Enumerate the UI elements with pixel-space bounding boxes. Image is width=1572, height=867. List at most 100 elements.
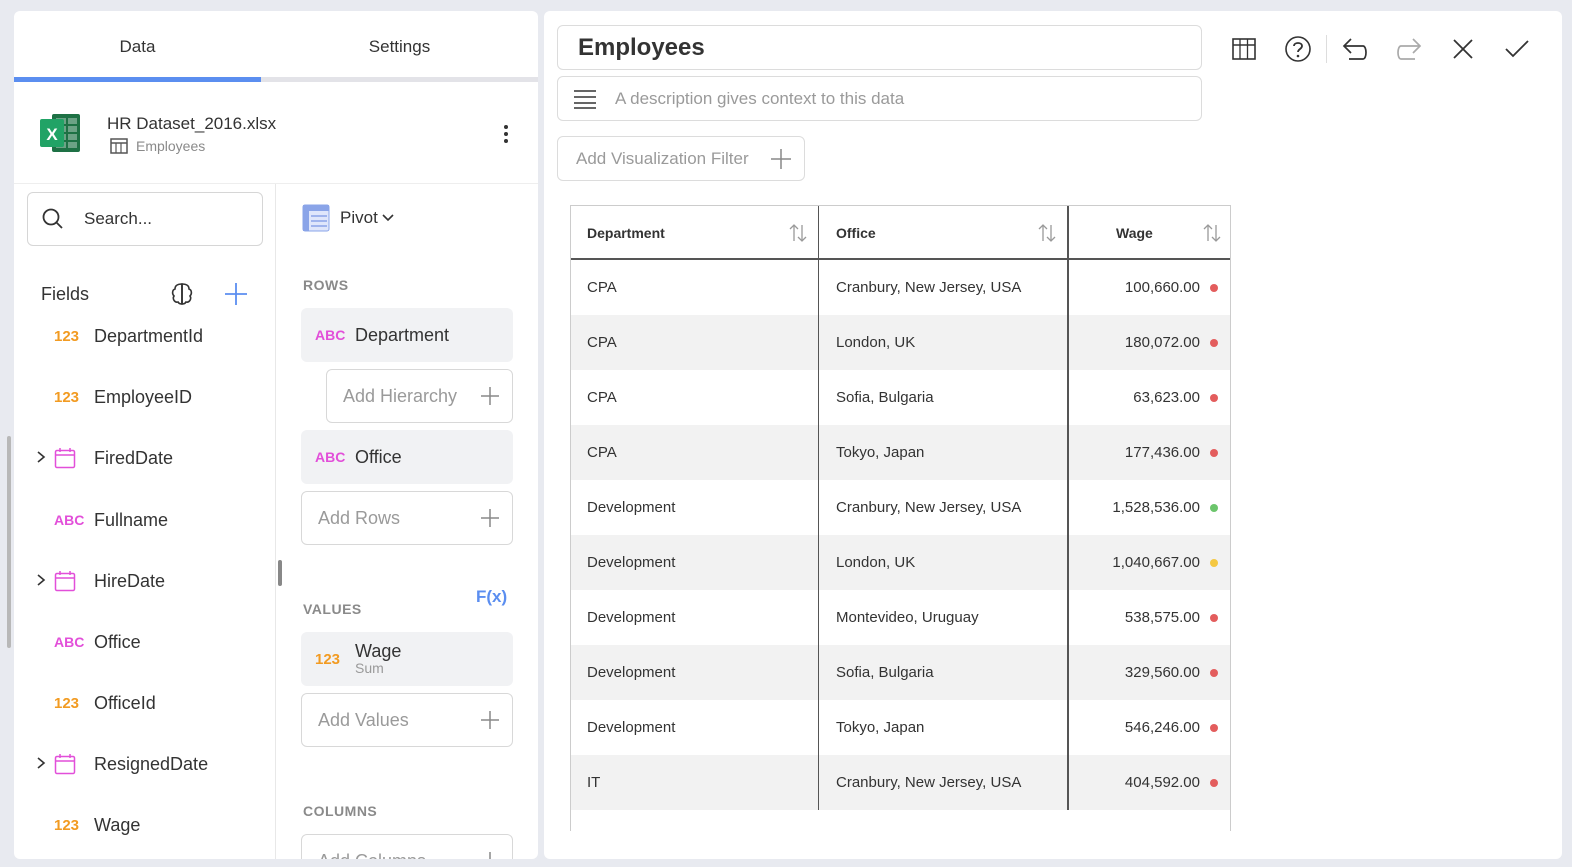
table-row[interactable]: IT Cranbury, New Jersey, USA 404,592.00 — [571, 755, 1230, 810]
help-button[interactable] — [1282, 33, 1314, 65]
search-input[interactable] — [84, 209, 234, 229]
columns-section-label: COLUMNS — [303, 803, 378, 819]
table-row[interactable]: CPA London, UK 180,072.00 — [571, 315, 1230, 370]
chevron-right-icon[interactable] — [36, 450, 46, 464]
field-label: Office — [94, 631, 141, 652]
cell-wage: 404,592.00 — [1069, 755, 1230, 810]
datasource-header: X HR Dataset_2016.xlsx Employees — [14, 82, 538, 184]
value-pill-label: Wage — [355, 641, 402, 662]
calendar-icon — [54, 754, 76, 775]
field-label: OfficeId — [94, 692, 156, 713]
status-dot-icon — [1210, 558, 1218, 567]
search-icon — [42, 208, 63, 229]
tab-settings[interactable]: Settings — [261, 11, 538, 83]
cell-department: CPA — [571, 260, 819, 315]
wage-value: 546,246.00 — [1124, 719, 1200, 736]
cell-wage: 538,575.00 — [1069, 590, 1230, 645]
add-values-button[interactable]: Add Values — [301, 693, 513, 747]
sort-icon[interactable] — [1202, 223, 1222, 243]
table-row[interactable]: CPA Tokyo, Japan 177,436.00 — [571, 425, 1230, 480]
column-header-label: Wage — [1116, 224, 1153, 241]
description-placeholder: A description gives context to this data — [615, 88, 905, 108]
panel-resize-handle[interactable] — [278, 560, 282, 586]
table-row[interactable]: Development Tokyo, Japan 546,246.00 — [571, 700, 1230, 755]
value-pill-wage[interactable]: 123 Wage Sum — [301, 632, 513, 686]
field-item-fireddate[interactable]: FiredDate — [14, 438, 276, 478]
description-lines-icon — [574, 89, 596, 109]
add-hierarchy-button[interactable]: Add Hierarchy — [326, 369, 513, 423]
excel-icon: X — [40, 114, 80, 152]
row-pill-office[interactable]: ABC Office — [301, 430, 513, 484]
confirm-button[interactable] — [1501, 33, 1533, 65]
column-header-office[interactable]: Office — [819, 206, 1069, 259]
description-field[interactable]: A description gives context to this data — [557, 76, 1202, 121]
help-icon — [1285, 36, 1311, 62]
tab-data[interactable]: Data — [14, 11, 261, 83]
field-item-office[interactable]: ABC Office — [14, 622, 276, 662]
visualization-title-field[interactable]: Employees — [557, 25, 1202, 70]
status-dot-icon — [1210, 668, 1218, 677]
sort-icon[interactable] — [788, 223, 808, 243]
column-header-wage[interactable]: Wage — [1069, 206, 1230, 259]
visualization-type-selector[interactable]: Pivot — [302, 204, 394, 232]
table-row[interactable]: Development London, UK 1,040,667.00 — [571, 535, 1230, 590]
table-row[interactable]: Development Sofia, Bulgaria 329,560.00 — [571, 645, 1230, 700]
add-rows-button[interactable]: Add Rows — [301, 491, 513, 545]
wage-value: 329,560.00 — [1124, 664, 1200, 681]
table-row[interactable]: CPA Cranbury, New Jersey, USA 100,660.00 — [571, 260, 1230, 315]
chevron-right-icon[interactable] — [36, 573, 46, 587]
chevron-right-icon[interactable] — [36, 756, 46, 770]
text-type-icon: ABC — [54, 512, 85, 528]
add-columns-label: Add Columns — [318, 851, 426, 860]
cell-wage: 180,072.00 — [1069, 315, 1230, 370]
pivot-config-panel: Pivot ROWS ABC Department Add Hierarchy … — [276, 184, 538, 859]
sort-icon[interactable] — [1037, 223, 1057, 243]
cell-department: Development — [571, 700, 819, 755]
text-type-icon: ABC — [54, 634, 85, 650]
column-header-department[interactable]: Department — [571, 206, 819, 259]
wage-value: 1,528,536.00 — [1112, 499, 1200, 516]
table-row[interactable]: Development Cranbury, New Jersey, USA 1,52… — [571, 480, 1230, 535]
number-type-icon: 123 — [315, 650, 341, 668]
chevron-down-icon — [382, 214, 394, 222]
field-item-hiredate[interactable]: HireDate — [14, 561, 276, 601]
field-search[interactable] — [27, 192, 263, 246]
field-item-officeid[interactable]: 123 OfficeId — [14, 683, 276, 723]
field-label: FiredDate — [94, 447, 174, 468]
formula-button[interactable]: F(x) — [476, 587, 507, 607]
cell-wage: 63,623.00 — [1069, 370, 1230, 425]
table-row[interactable]: CPA Sofia, Bulgaria 63,623.00 — [571, 370, 1230, 425]
number-type-icon: 123 — [54, 388, 80, 406]
redo-button[interactable] — [1393, 33, 1425, 65]
brain-icon[interactable] — [169, 281, 195, 307]
field-item-departmentid[interactable]: 123 DepartmentId — [14, 316, 276, 356]
text-type-icon: ABC — [315, 449, 346, 465]
svg-text:X: X — [46, 125, 58, 144]
table-row[interactable]: Development Montevideo, Uruguay 538,575.00 — [571, 590, 1230, 645]
calendar-icon — [54, 448, 76, 469]
fields-scrollbar[interactable] — [7, 436, 11, 648]
more-options-icon[interactable] — [494, 122, 518, 146]
add-visualization-filter-button[interactable]: Add Visualization Filter — [557, 136, 805, 181]
row-pill-department[interactable]: ABC Department — [301, 308, 513, 362]
grid-view-button[interactable] — [1228, 33, 1260, 65]
value-pill-aggregation: Sum — [355, 660, 384, 677]
status-dot-icon — [1210, 338, 1218, 347]
field-item-resigneddate[interactable]: ResignedDate — [14, 744, 276, 784]
cell-department: Development — [571, 535, 819, 590]
close-button[interactable] — [1447, 33, 1479, 65]
add-filter-label: Add Visualization Filter — [576, 148, 749, 168]
wage-value: 100,660.00 — [1124, 279, 1200, 296]
add-field-icon[interactable] — [223, 281, 249, 307]
column-header-label: Office — [836, 224, 876, 241]
wage-value: 1,040,667.00 — [1112, 554, 1200, 571]
cell-department: CPA — [571, 370, 819, 425]
field-item-employeeid[interactable]: 123 EmployeeID — [14, 377, 276, 417]
status-dot-icon — [1210, 723, 1218, 732]
field-item-wage[interactable]: 123 Wage — [14, 805, 276, 845]
add-columns-button[interactable]: Add Columns — [301, 834, 513, 859]
undo-button[interactable] — [1339, 33, 1371, 65]
cell-office: Tokyo, Japan — [819, 700, 1069, 755]
grid-icon — [1232, 38, 1256, 60]
field-item-fullname[interactable]: ABC Fullname — [14, 500, 276, 540]
